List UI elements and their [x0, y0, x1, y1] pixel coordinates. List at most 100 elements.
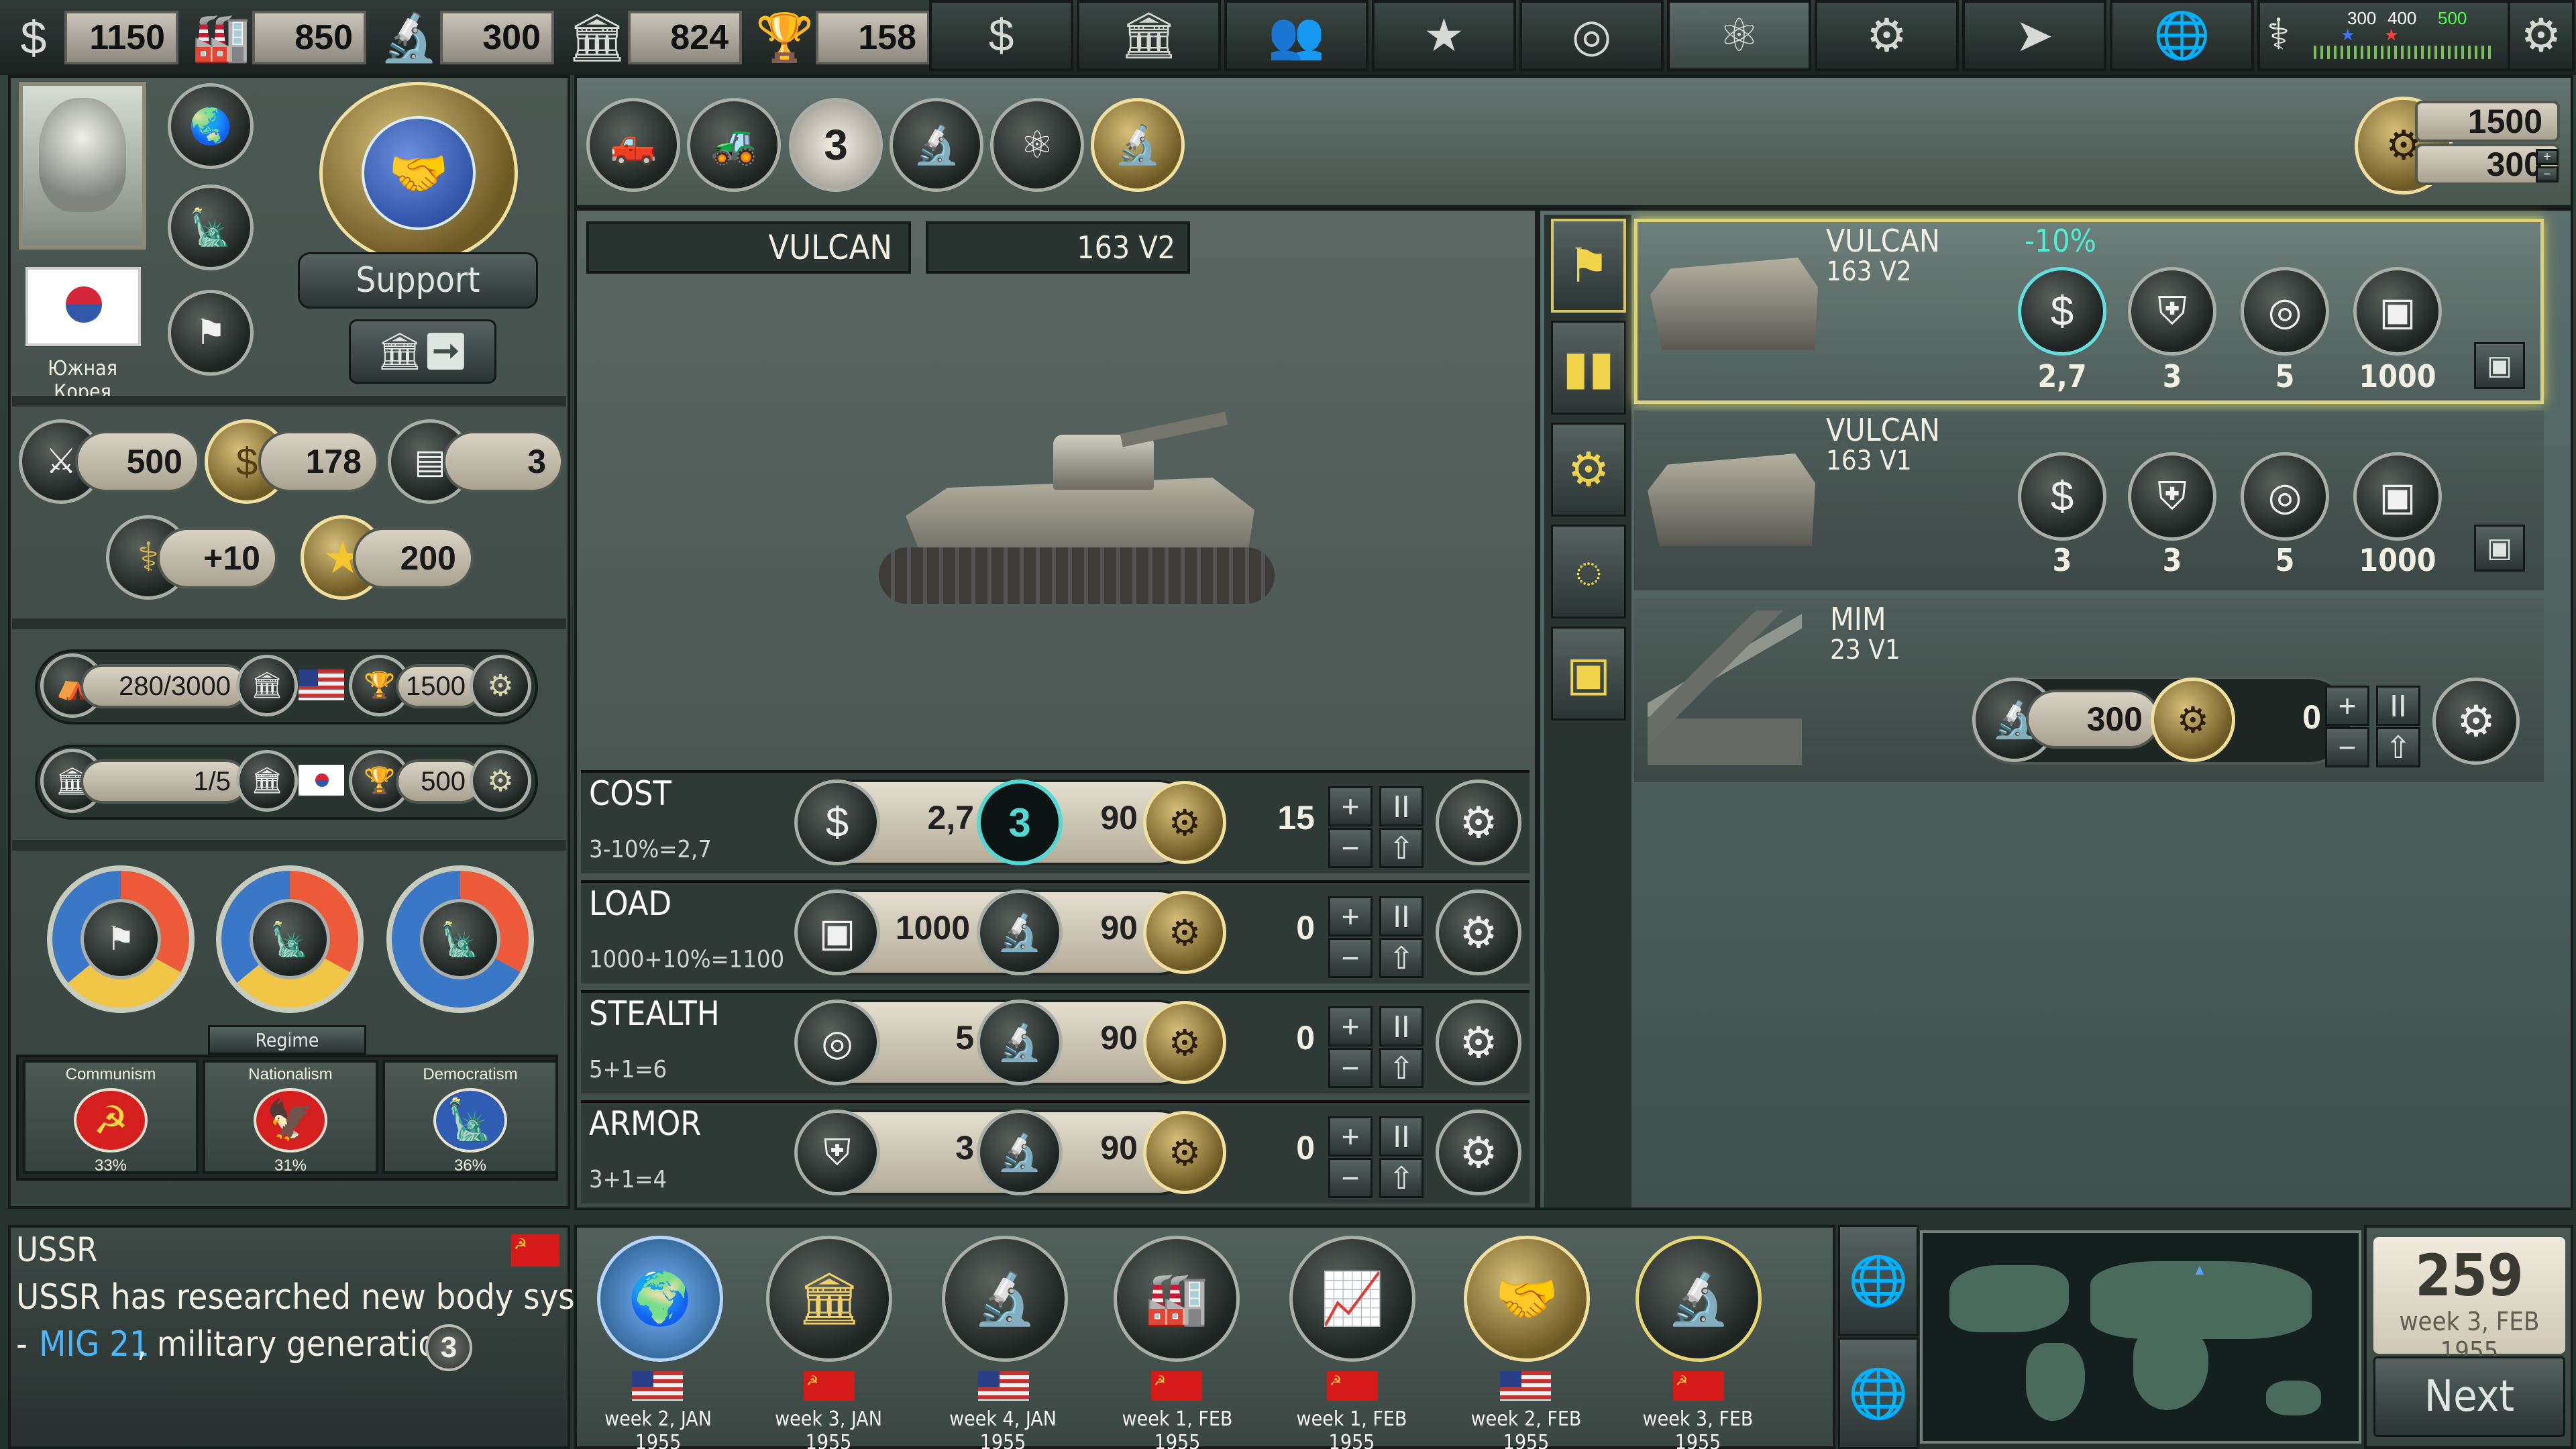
mim-upgrade-button[interactable]: ⇧	[2376, 727, 2420, 767]
cost-minus-button[interactable]: −	[1328, 828, 1373, 868]
minimap-marker: ▲	[2192, 1261, 2207, 1278]
load-upgrade-button[interactable]: ⇧	[1379, 938, 1424, 978]
vulcan-v1-load: 1000	[2359, 542, 2436, 578]
timeline-industry-icon[interactable]: 🏭	[1114, 1236, 1240, 1362]
next-turn-button[interactable]: Next	[2373, 1356, 2565, 1437]
stealth-plus-button[interactable]: +	[1328, 1006, 1373, 1046]
tab-bank[interactable]: 🏛	[1077, 0, 1221, 71]
artillery-category-icon[interactable]: 🚜	[687, 98, 781, 192]
timeline-microscope-icon[interactable]: 🔬	[942, 1236, 1068, 1362]
armor-minus-button[interactable]: −	[1328, 1158, 1373, 1198]
vulcan-v2-storage-button[interactable]: ▣	[2474, 342, 2525, 389]
load-plus-button[interactable]: +	[1328, 896, 1373, 936]
timeline-week-4: week 1, FEB 1955	[1122, 1407, 1233, 1449]
resource-plus-button[interactable]: +	[2536, 149, 2559, 165]
atom-research-icon[interactable]: ⚛	[990, 98, 1084, 192]
storage-tab[interactable]: ▣	[1551, 627, 1626, 720]
mim-minus-button[interactable]: −	[2325, 727, 2369, 767]
usa-flag	[299, 669, 344, 700]
tab-production[interactable]: ⚙	[1815, 0, 1959, 71]
flag-tab[interactable]: ⚑	[1551, 219, 1626, 313]
resource-a: 1500	[2415, 101, 2560, 142]
cost-gear-button[interactable]: ⚙	[1436, 780, 1521, 865]
timeline-graph-icon[interactable]: 📈	[1289, 1236, 1415, 1362]
armor-pause-button[interactable]: II	[1379, 1116, 1424, 1157]
armor-upgrade-button[interactable]: ⇧	[1379, 1158, 1424, 1198]
cost-pause-button[interactable]: II	[1379, 786, 1424, 826]
armor-gear-button[interactable]: ⚙	[1436, 1110, 1521, 1195]
blue-flag-icon[interactable]: ⚑	[168, 290, 254, 376]
news-line-2-highlight[interactable]: MIG 21	[39, 1324, 150, 1364]
stealth-left-value: 5	[955, 1019, 974, 1057]
load-pause-button[interactable]: II	[1379, 896, 1424, 936]
cost-science-icon: ⚙	[1143, 781, 1226, 864]
vulcan-v2-model: 163 V2	[1826, 256, 1912, 287]
engine-tab[interactable]: ⚙	[1551, 423, 1626, 517]
cost-label: COST	[589, 774, 672, 813]
stealth-upgrade-button[interactable]: ⇧	[1379, 1048, 1424, 1088]
resource-minus-button[interactable]: −	[2536, 166, 2559, 182]
gear-badge-icon[interactable]: ⚙	[470, 655, 531, 716]
timeline-research-cursor-icon[interactable]: 🔬	[1635, 1236, 1762, 1362]
tab-world[interactable]: 🌐	[2110, 0, 2254, 71]
world-minimap[interactable]: ▲	[1920, 1230, 2361, 1444]
unit-model: 163 V2	[1077, 229, 1175, 266]
nationalism-card[interactable]: Nationalism 🦅 31%	[203, 1060, 378, 1175]
victory-stat: 🏆 158	[751, 0, 939, 75]
armor-plus-button[interactable]: +	[1328, 1116, 1373, 1157]
microscope-research-icon[interactable]: 🔬	[890, 98, 983, 192]
load-minus-button[interactable]: −	[1328, 938, 1373, 978]
timeline-flag-4: ☭	[1151, 1371, 1202, 1401]
settings-button[interactable]: ⚙	[2508, 0, 2575, 71]
democratism-percent: 36%	[453, 1157, 487, 1175]
cost-upgrade-button[interactable]: ⇧	[1379, 828, 1424, 868]
stealth-right-value: 90	[1100, 1019, 1138, 1057]
ideology-pie-2[interactable]: 🗽	[216, 865, 364, 1013]
support-button[interactable]: Support	[298, 252, 538, 309]
tab-science[interactable]: ⚛	[1667, 0, 1811, 71]
bank-arrow-icon: 🏛➡	[376, 331, 469, 372]
stealth-minus-button[interactable]: −	[1328, 1048, 1373, 1088]
tab-military[interactable]: ★	[1372, 0, 1516, 71]
timeline-bank-icon[interactable]: 🏛	[766, 1236, 892, 1362]
globe-view-button[interactable]: 🌐	[1838, 1225, 1919, 1336]
tab-missiles[interactable]: ➤	[1962, 0, 2106, 71]
stealth-gear-button[interactable]: ⚙	[1436, 1000, 1521, 1085]
load-gear-button[interactable]: ⚙	[1436, 890, 1521, 975]
alert-globe-button[interactable]: 🌐	[1838, 1338, 1919, 1449]
vulcan-v2-stealth: 5	[2275, 358, 2295, 394]
bank-transfer-button[interactable]: 🏛➡	[349, 319, 496, 384]
mim-plus-button[interactable]: +	[2325, 686, 2369, 726]
mim-pause-button[interactable]: II	[2376, 686, 2420, 726]
cost-plus-button[interactable]: +	[1328, 786, 1373, 826]
radar-tab[interactable]: ◌	[1551, 525, 1626, 619]
victory-value: 158	[816, 11, 930, 64]
ideology-pie-1[interactable]: ⚑	[47, 865, 195, 1013]
tab-diplomacy[interactable]: ◎	[1519, 0, 1664, 71]
ammo-tab[interactable]: ▮▮	[1551, 321, 1626, 415]
gear-badge-icon-2[interactable]: ⚙	[470, 750, 531, 812]
tab-population[interactable]: 👥	[1224, 0, 1368, 71]
diplomacy-tab-icon: ◎	[1571, 9, 1612, 61]
cost-left-value: 2,7	[927, 799, 974, 837]
timeline-handshake-icon[interactable]: 🤝	[1464, 1236, 1590, 1362]
vehicle-category-icon[interactable]: 🛻	[586, 98, 680, 192]
load-right-value: 90	[1100, 909, 1138, 947]
tab-economy[interactable]: $	[929, 0, 1073, 71]
timeline-space-icon[interactable]: 🌍	[597, 1236, 723, 1362]
asia-map-icon[interactable]: 🌏	[168, 83, 254, 169]
research-level-icon[interactable]: 3	[789, 98, 883, 192]
stealth-pause-button[interactable]: II	[1379, 1006, 1424, 1046]
lab-research-icon[interactable]: 🔬	[1091, 98, 1185, 192]
communism-card[interactable]: Communism ☭ 33%	[23, 1060, 199, 1175]
timeline-week-7: week 3, FEB 1955	[1642, 1407, 1754, 1449]
vulcan-v1-storage-button[interactable]: ▣	[2474, 525, 2525, 572]
ideology-pie-3[interactable]: 🗽	[386, 865, 534, 1013]
unit-name: VULCAN	[768, 228, 892, 267]
liberty-statue-icon[interactable]: 🗽	[168, 184, 254, 270]
regime-tab[interactable]: Regime	[208, 1025, 366, 1055]
mim-gear-button[interactable]: ⚙	[2432, 678, 2520, 765]
mim-name: MIM	[1830, 601, 1886, 637]
timeline-week-6: week 2, FEB 1955	[1470, 1407, 1582, 1449]
democratism-card[interactable]: Democratism 🗽 36%	[382, 1060, 558, 1175]
